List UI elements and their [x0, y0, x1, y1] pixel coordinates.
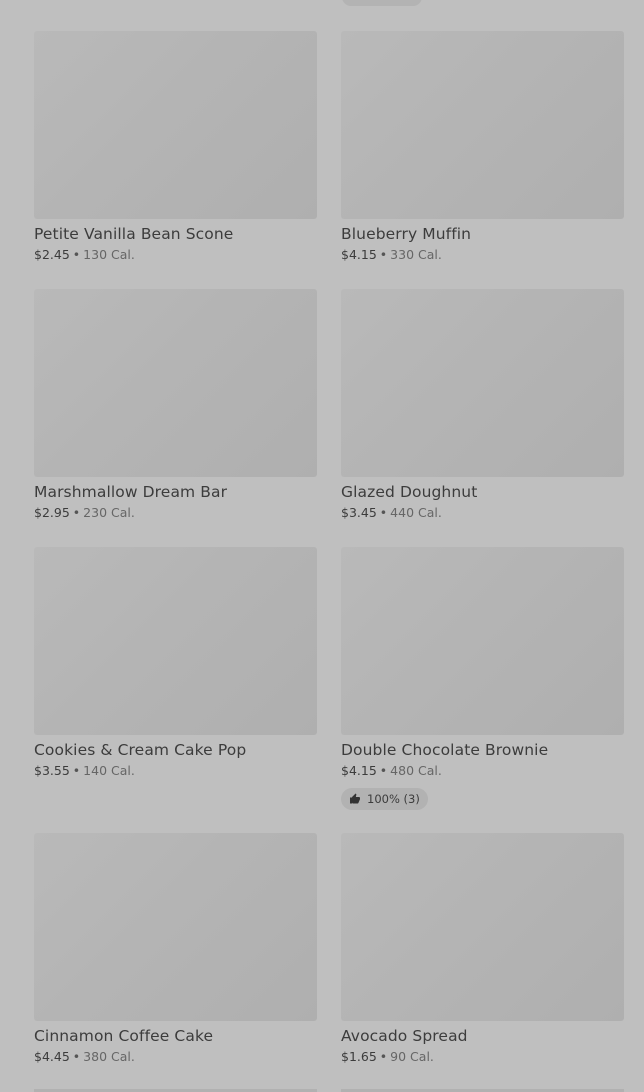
product-image: [34, 547, 317, 735]
partial-rating-chip: [342, 0, 422, 6]
product-image: [341, 547, 624, 735]
product-calories: 140 Cal.: [83, 763, 135, 778]
product-price: $2.95: [34, 505, 70, 520]
meta-separator: •: [72, 763, 81, 778]
product-meta: $4.45 • 380 Cal.: [34, 1049, 317, 1065]
product-name: Glazed Doughnut: [341, 483, 478, 501]
product-calories: 230 Cal.: [83, 505, 135, 520]
product-name: Blueberry Muffin: [341, 225, 472, 243]
product-price: $1.65: [341, 1049, 377, 1064]
product-card[interactable]: Blueberry Muffin $4.15 • 330 Cal.: [341, 31, 624, 289]
product-price: $3.55: [34, 763, 70, 778]
meta-separator: •: [379, 505, 388, 520]
product-calories: 480 Cal.: [390, 763, 442, 778]
meta-separator: •: [72, 1049, 81, 1064]
meta-separator: •: [379, 247, 388, 262]
product-calories: 130 Cal.: [83, 247, 135, 262]
product-meta: $3.45 • 440 Cal.: [341, 505, 624, 521]
product-card[interactable]: Glazed Doughnut $3.45 • 440 Cal.: [341, 289, 624, 547]
product-grid: Petite Vanilla Bean Scone $2.45 • 130 Cal.…: [34, 31, 624, 1091]
meta-separator: •: [72, 505, 81, 520]
product-meta: $1.65 • 90 Cal.: [341, 1049, 624, 1065]
product-name: Cinnamon Coffee Cake: [34, 1027, 214, 1045]
rating-text: 100% (3): [367, 792, 420, 806]
product-price: $2.45: [34, 247, 70, 262]
product-meta: $2.95 • 230 Cal.: [34, 505, 317, 521]
product-price: $4.45: [34, 1049, 70, 1064]
product-card[interactable]: Marshmallow Dream Bar $2.95 • 230 Cal.: [34, 289, 317, 547]
product-image: [34, 31, 317, 219]
product-meta: $3.55 • 140 Cal.: [34, 763, 317, 779]
product-name: Petite Vanilla Bean Scone: [34, 225, 234, 243]
product-meta: $2.45 • 130 Cal.: [34, 247, 317, 263]
product-image: [34, 289, 317, 477]
product-meta: $4.15 • 330 Cal.: [341, 247, 624, 263]
product-name: Avocado Spread: [341, 1027, 468, 1045]
product-calories: 380 Cal.: [83, 1049, 135, 1064]
product-card[interactable]: Petite Vanilla Bean Scone $2.45 • 130 Cal.: [34, 31, 317, 289]
meta-separator: •: [379, 1049, 388, 1064]
product-price: $3.45: [341, 505, 377, 520]
thumbs-up-icon: [349, 793, 361, 805]
product-name: Marshmallow Dream Bar: [34, 483, 228, 501]
product-price: $4.15: [341, 763, 377, 778]
product-calories: 440 Cal.: [390, 505, 442, 520]
product-image: [34, 833, 317, 1021]
product-name: Double Chocolate Brownie: [341, 741, 549, 759]
product-price: $4.15: [341, 247, 377, 262]
product-name: Cookies & Cream Cake Pop: [34, 741, 247, 759]
meta-separator: •: [72, 247, 81, 262]
product-image: [341, 289, 624, 477]
product-grid-page: Petite Vanilla Bean Scone $2.45 • 130 Cal.…: [0, 0, 644, 1092]
product-card[interactable]: Avocado Spread $1.65 • 90 Cal.: [341, 833, 624, 1091]
rating-chip[interactable]: 100% (3): [341, 788, 428, 810]
product-calories: 90 Cal.: [390, 1049, 434, 1064]
product-card[interactable]: Cookies & Cream Cake Pop $3.55 • 140 Cal.: [34, 547, 317, 833]
product-card[interactable]: Cinnamon Coffee Cake $4.45 • 380 Cal.: [34, 833, 317, 1091]
product-meta: $4.15 • 480 Cal.: [341, 763, 624, 779]
product-image: [341, 833, 624, 1021]
product-calories: 330 Cal.: [390, 247, 442, 262]
product-image: [341, 31, 624, 219]
meta-separator: •: [379, 763, 388, 778]
product-card[interactable]: Double Chocolate Brownie $4.15 • 480 Cal. …: [341, 547, 624, 833]
